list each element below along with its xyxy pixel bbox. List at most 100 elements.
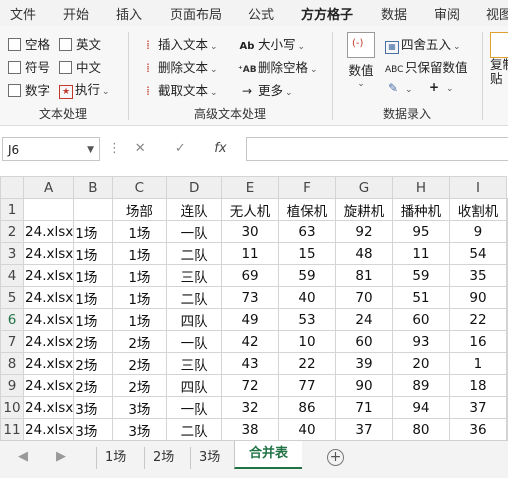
cell[interactable]: 3场 xyxy=(73,396,113,419)
cell[interactable]: 2场 xyxy=(111,352,168,375)
cell[interactable]: 3场 xyxy=(111,418,168,440)
tab-view[interactable]: 视图 xyxy=(486,4,508,23)
cell[interactable]: 43 xyxy=(221,352,280,375)
cell[interactable]: 1场 xyxy=(73,308,113,331)
row-header[interactable]: 1 xyxy=(0,198,25,221)
cell[interactable]: 收割机 xyxy=(448,198,508,221)
tab-fangfanggezi[interactable]: 方方格子 xyxy=(301,4,354,28)
cell[interactable]: 24.xlsx xyxy=(23,374,75,397)
cell[interactable] xyxy=(506,198,508,221)
tab-review[interactable]: 审阅 xyxy=(434,4,460,23)
cell[interactable]: 植保机 xyxy=(278,198,336,221)
cell[interactable]: 16 xyxy=(448,330,508,353)
cell[interactable] xyxy=(506,264,508,287)
select-all-corner[interactable] xyxy=(0,176,25,199)
cell[interactable]: 36 xyxy=(448,418,508,440)
cell[interactable]: 60 xyxy=(391,308,450,331)
cell[interactable]: 一队 xyxy=(166,396,223,419)
cell[interactable]: 32 xyxy=(221,396,280,419)
keep-value-button[interactable]: ABC 只保留数值 xyxy=(385,57,468,76)
row-header[interactable]: 8 xyxy=(0,352,25,375)
cell[interactable]: 24.xlsx xyxy=(23,396,75,419)
cell[interactable]: 1场 xyxy=(111,264,168,287)
cell[interactable]: 3场 xyxy=(111,396,168,419)
row-header[interactable]: 6 xyxy=(0,308,25,331)
cell[interactable]: 24.xlsx xyxy=(23,242,75,265)
cell[interactable]: 22 xyxy=(448,308,508,331)
cell[interactable]: 24.xlsx xyxy=(23,264,75,287)
cell[interactable]: 1场 xyxy=(73,220,113,243)
sheet-tab-2[interactable]: 2场 xyxy=(144,447,182,469)
tab-data[interactable]: 数据 xyxy=(381,4,407,23)
cell[interactable]: 51 xyxy=(391,286,450,309)
cell[interactable]: 1场 xyxy=(111,220,168,243)
cell[interactable]: 39 xyxy=(334,352,393,375)
cell[interactable]: 30 xyxy=(221,220,280,243)
column-header-d[interactable]: D xyxy=(166,176,223,199)
cell[interactable] xyxy=(506,286,508,309)
cell[interactable]: 86 xyxy=(278,396,336,419)
scroll-right-icon[interactable]: ▶ xyxy=(56,449,66,464)
cell[interactable]: 48 xyxy=(334,242,393,265)
cell[interactable]: 1场 xyxy=(73,264,113,287)
cell[interactable]: 24.xlsx xyxy=(23,330,75,353)
cell[interactable]: 四队 xyxy=(166,374,223,397)
more-button[interactable]: → 更多 ⌄ xyxy=(238,80,293,99)
cell[interactable]: 40 xyxy=(278,286,336,309)
row-header[interactable]: 4 xyxy=(0,264,25,287)
column-header-g[interactable]: G xyxy=(334,176,393,199)
cell[interactable]: 90 xyxy=(448,286,508,309)
cell[interactable]: 10 xyxy=(278,330,336,353)
cell[interactable]: 2场 xyxy=(111,330,168,353)
cell[interactable]: 71 xyxy=(334,396,393,419)
cell[interactable]: 63 xyxy=(278,220,336,243)
cell[interactable]: 24.xlsx xyxy=(23,286,75,309)
sheet-tab-merged[interactable]: 合并表 xyxy=(234,441,303,469)
cell[interactable]: 90 xyxy=(334,374,393,397)
cell[interactable] xyxy=(506,308,508,331)
tab-file[interactable]: 文件 xyxy=(10,4,36,23)
cell[interactable]: 旋耕机 xyxy=(334,198,393,221)
cell[interactable]: 93 xyxy=(391,330,450,353)
column-header-f[interactable]: F xyxy=(278,176,336,199)
sheet-tab-3[interactable]: 3场 xyxy=(190,447,228,469)
cell[interactable]: 9 xyxy=(448,220,508,243)
cell[interactable]: 73 xyxy=(221,286,280,309)
case-button[interactable]: Ab 大小写 ⌄ xyxy=(238,34,306,53)
cell[interactable]: 59 xyxy=(391,264,450,287)
checkbox-english[interactable]: 英文 xyxy=(59,34,101,53)
formula-input[interactable] xyxy=(246,137,508,161)
cell[interactable]: 77 xyxy=(278,374,336,397)
cancel-icon[interactable]: ✕ xyxy=(122,141,158,156)
add-sheet-icon[interactable]: + xyxy=(327,449,344,466)
cell[interactable]: 20 xyxy=(391,352,450,375)
cell[interactable]: 53 xyxy=(278,308,336,331)
cell[interactable]: 播种机 xyxy=(391,198,450,221)
tab-insert[interactable]: 插入 xyxy=(116,4,142,23)
column-header-e[interactable]: E xyxy=(221,176,280,199)
tab-page-layout[interactable]: 页面布局 xyxy=(170,4,222,23)
cell[interactable]: 24.xlsx xyxy=(23,352,75,375)
checkbox-number[interactable]: 数字 xyxy=(8,80,50,99)
cell[interactable] xyxy=(23,198,75,221)
column-header-a[interactable]: A xyxy=(23,176,75,199)
cell[interactable]: 18 xyxy=(448,374,508,397)
extract-text-button[interactable]: ⁞ 截取文本 ⌄ xyxy=(140,80,217,99)
cell[interactable]: 1场 xyxy=(111,242,168,265)
remove-space-button[interactable]: ⁺AB删除空格 ⌄ xyxy=(238,57,318,76)
cell[interactable]: 81 xyxy=(334,264,393,287)
tab-home[interactable]: 开始 xyxy=(63,4,89,23)
delete-text-button[interactable]: ⁞ 删除文本 ⌄ xyxy=(140,57,217,76)
cell[interactable]: 11 xyxy=(391,242,450,265)
cell[interactable]: 无人机 xyxy=(221,198,280,221)
cell[interactable]: 一队 xyxy=(166,330,223,353)
cell[interactable] xyxy=(506,242,508,265)
cell[interactable]: 70 xyxy=(334,286,393,309)
cell[interactable]: 3场 xyxy=(73,418,113,440)
cell[interactable]: 2场 xyxy=(73,352,113,375)
cell[interactable]: 89 xyxy=(391,374,450,397)
cell[interactable] xyxy=(506,418,508,440)
cell[interactable]: 72 xyxy=(221,374,280,397)
confirm-icon[interactable]: ✓ xyxy=(162,141,198,156)
cell[interactable]: 24 xyxy=(334,308,393,331)
